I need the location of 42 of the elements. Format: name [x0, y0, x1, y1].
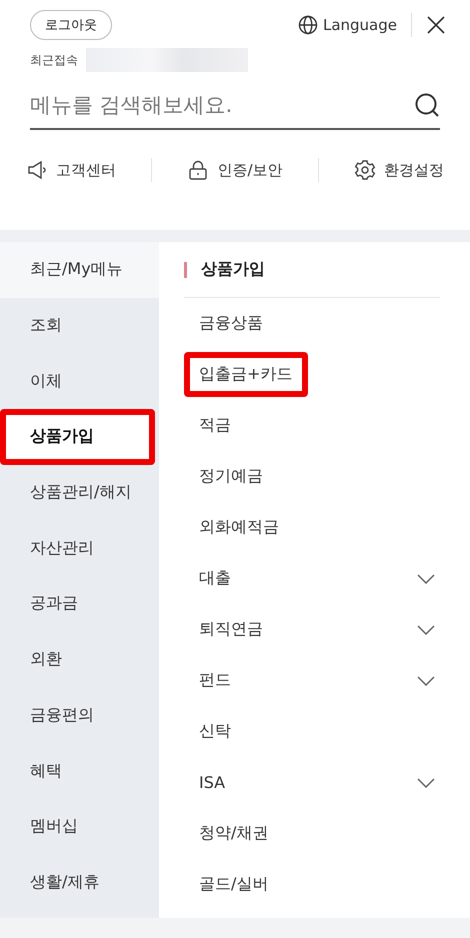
submenu-item[interactable]: 금융상품: [184, 313, 263, 334]
category-tab[interactable]: 최근/My메뉴: [0, 242, 159, 298]
submenu-title: 상품가입: [201, 259, 265, 280]
submenu-item[interactable]: 청약/채권: [184, 823, 268, 844]
category-tab[interactable]: 공과금: [0, 576, 159, 632]
category-tab[interactable]: 상품관리/해지: [0, 464, 159, 520]
submenu-item[interactable]: 적금: [184, 415, 231, 436]
quick-link[interactable]: 환경설정: [354, 159, 444, 181]
submenu-item[interactable]: 외화예적금: [184, 517, 279, 538]
category-tab[interactable]: 조회: [0, 298, 159, 354]
category-tab[interactable]: 금융편의: [0, 688, 159, 744]
submenu-item[interactable]: 정기예금: [184, 466, 263, 487]
chevron-down-icon[interactable]: [417, 778, 435, 788]
language-button[interactable]: Language: [298, 15, 397, 35]
category-tab[interactable]: 자산관리: [0, 520, 159, 576]
lock-icon: [187, 159, 210, 181]
category-tab[interactable]: 상품가입: [0, 409, 155, 465]
quick-link[interactable]: 고객센터: [26, 159, 116, 181]
last-access-label: 최근접속: [30, 52, 78, 68]
category-tab[interactable]: 이체: [0, 353, 159, 410]
chevron-down-icon[interactable]: [417, 676, 435, 686]
submenu-item[interactable]: 신탁: [184, 721, 231, 742]
close-icon[interactable]: [426, 15, 446, 35]
search-field[interactable]: 메뉴를 검색해보세요.: [30, 93, 370, 117]
megaphone-icon: [26, 159, 48, 181]
category-tab[interactable]: 멤버십: [0, 798, 159, 855]
submenu-item[interactable]: 대출: [184, 568, 231, 589]
chevron-down-icon[interactable]: [417, 574, 435, 584]
submenu-item[interactable]: 퇴직연금: [184, 619, 263, 640]
category-tab[interactable]: 생활/제휴: [0, 854, 159, 910]
gear-icon: [354, 159, 376, 181]
submenu-item[interactable]: 펀드: [184, 670, 231, 691]
category-tab[interactable]: 혜택: [0, 743, 159, 799]
category-tab[interactable]: 외환: [0, 632, 159, 688]
submenu-item[interactable]: 골드/실버: [184, 874, 268, 895]
submenu-item[interactable]: 입출금+카드: [184, 352, 308, 397]
globe-icon: [298, 15, 318, 35]
quick-link[interactable]: 인증/보안: [187, 159, 283, 181]
search-icon[interactable]: [414, 92, 440, 118]
submenu-item[interactable]: ISA: [184, 773, 226, 792]
chevron-down-icon[interactable]: [417, 624, 435, 634]
logout-button[interactable]: 로그아웃: [30, 10, 112, 40]
